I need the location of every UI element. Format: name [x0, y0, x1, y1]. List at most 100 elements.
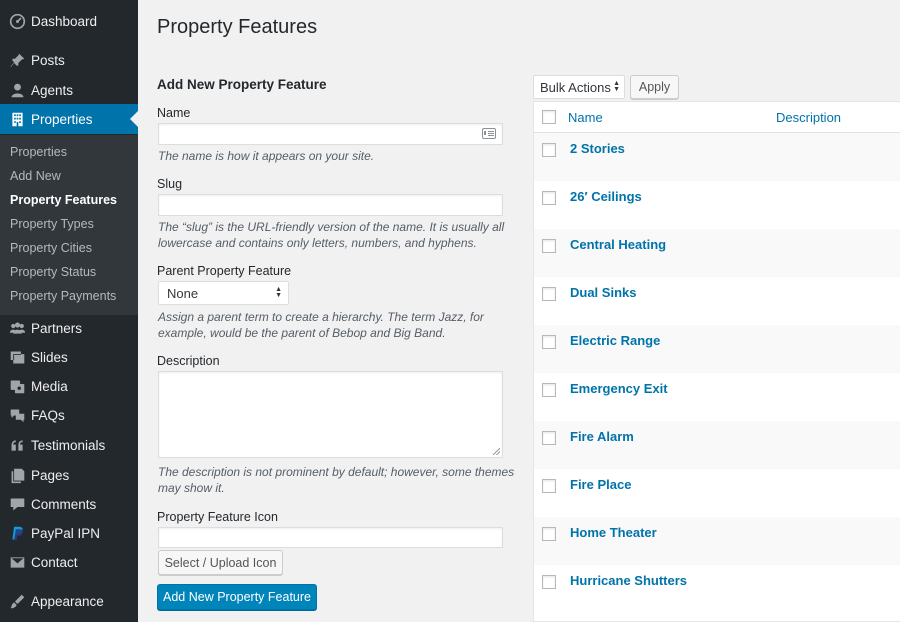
row-checkbox[interactable] [542, 287, 556, 301]
menu-item-testimonials[interactable]: Testimonials [0, 430, 138, 460]
add-new-property-feature-button[interactable]: Add New Property Feature [157, 584, 317, 610]
menu-item-paypal-ipn[interactable]: PayPal IPN [0, 518, 138, 548]
menu-label: Partners [31, 320, 83, 336]
apply-button[interactable]: Apply [630, 75, 679, 99]
media-icon [7, 376, 27, 396]
menu-label: Properties [31, 111, 93, 127]
row-name-link[interactable]: Dual Sinks [570, 285, 636, 300]
menu-item-slides[interactable]: Slides [0, 342, 138, 372]
admin-sidebar: Dashboard Posts Agents Properties Proper… [0, 0, 138, 622]
submenu-item-properties[interactable]: Properties [10, 145, 67, 159]
menu-label: Comments [31, 496, 97, 512]
parent-label: Parent Property Feature [157, 264, 292, 278]
menu-label: Testimonials [31, 437, 106, 453]
row-checkbox[interactable] [542, 479, 556, 493]
menu-item-pages[interactable]: Pages [0, 460, 138, 490]
submenu-item-property-payments[interactable]: Property Payments [10, 289, 116, 303]
bulk-actions-value: Bulk Actions [540, 79, 611, 95]
mail-icon [7, 552, 27, 572]
terms-table: Name Description 2 Stories 26′ Ceilings Ce… [533, 101, 900, 622]
row-checkbox[interactable] [542, 191, 556, 205]
properties-submenu: Properties Add New Property Features Pro… [0, 135, 138, 315]
icon-input[interactable] [158, 527, 503, 548]
menu-item-partners[interactable]: Partners [0, 313, 138, 343]
menu-item-posts[interactable]: Posts [0, 45, 138, 75]
select-arrows-icon: ▲ ▼ [275, 286, 282, 299]
row-name-link[interactable]: Fire Alarm [570, 429, 634, 444]
row-name-link[interactable]: Fire Place [570, 477, 631, 492]
bulk-actions-select[interactable]: Bulk Actions ▲ ▼ [533, 75, 625, 99]
quote-icon [7, 435, 27, 455]
menu-label: Slides [31, 349, 68, 365]
submenu-item-property-status[interactable]: Property Status [10, 265, 96, 279]
menu-item-contact[interactable]: Contact [0, 547, 138, 577]
table-row: Hurricane Shutters [534, 565, 900, 613]
faq-icon [7, 405, 27, 425]
icon-label: Property Feature Icon [157, 510, 278, 524]
table-row: Electric Range [534, 325, 900, 373]
menu-label: Agents [31, 82, 74, 98]
menu-item-appearance[interactable]: Appearance [0, 586, 138, 616]
menu-label: Pages [31, 467, 70, 483]
contact-card-icon[interactable] [482, 128, 496, 139]
slug-input[interactable] [158, 194, 503, 216]
menu-label: Contact [31, 554, 78, 570]
menu-label: Dashboard [31, 13, 98, 29]
row-name-link[interactable]: Electric Range [570, 333, 660, 348]
row-checkbox[interactable] [542, 575, 556, 589]
table-row: Fire Alarm [534, 421, 900, 469]
table-row: 2 Stories [534, 133, 900, 181]
table-row: Emergency Exit [534, 373, 900, 421]
form-heading: Add New Property Feature [157, 77, 327, 92]
table-row: Dual Sinks [534, 277, 900, 325]
description-textarea[interactable] [158, 371, 503, 458]
slug-label: Slug [157, 177, 183, 191]
menu-item-faqs[interactable]: FAQs [0, 400, 138, 430]
page-title: Property Features [157, 16, 318, 38]
table-row: 26′ Ceilings [534, 181, 900, 229]
description-label: Description [157, 354, 220, 368]
select-arrows-icon: ▲ ▼ [613, 80, 620, 93]
name-hint: The name is how it appears on your site. [158, 149, 375, 163]
row-checkbox[interactable] [542, 431, 556, 445]
row-name-link[interactable]: 26′ Ceilings [570, 189, 642, 204]
resize-handle-icon[interactable] [493, 448, 500, 455]
row-name-link[interactable]: Central Heating [570, 237, 666, 252]
submenu-item-add-new[interactable]: Add New [10, 169, 61, 183]
menu-item-agents[interactable]: Agents [0, 75, 138, 105]
submenu-item-property-features[interactable]: Property Features [10, 193, 117, 207]
parent-select[interactable]: None ▲ ▼ [158, 281, 289, 305]
table-row: Fire Place [534, 469, 900, 517]
submenu-item-property-types[interactable]: Property Types [10, 217, 94, 231]
submenu-item-property-cities[interactable]: Property Cities [10, 241, 92, 255]
name-input[interactable] [158, 123, 503, 145]
menu-item-comments[interactable]: Comments [0, 489, 138, 519]
table-row: Home Theater [534, 517, 900, 565]
menu-item-media[interactable]: Media [0, 371, 138, 401]
table-header: Name Description [534, 102, 900, 133]
select-all-checkbox[interactable] [542, 110, 556, 124]
building-icon [7, 109, 27, 129]
row-checkbox[interactable] [542, 383, 556, 397]
column-header-name[interactable]: Name [568, 110, 603, 125]
row-name-link[interactable]: Hurricane Shutters [570, 573, 687, 588]
column-header-description[interactable]: Description [776, 110, 841, 125]
row-checkbox[interactable] [542, 527, 556, 541]
row-name-link[interactable]: Emergency Exit [570, 381, 668, 396]
dashboard-icon [7, 11, 27, 31]
paypal-icon [7, 523, 27, 543]
row-checkbox[interactable] [542, 239, 556, 253]
row-checkbox[interactable] [542, 335, 556, 349]
menu-item-dashboard[interactable]: Dashboard [0, 6, 138, 36]
menu-label: Media [31, 378, 68, 394]
row-name-link[interactable]: Home Theater [570, 525, 657, 540]
user-icon [7, 80, 27, 100]
row-name-link[interactable]: 2 Stories [570, 141, 625, 156]
slides-icon [7, 347, 27, 367]
menu-item-properties[interactable]: Properties [0, 104, 138, 134]
pages-icon [7, 465, 27, 485]
select-upload-icon-button[interactable]: Select / Upload Icon [158, 550, 283, 575]
brush-icon [7, 591, 27, 611]
menu-label: PayPal IPN [31, 525, 101, 541]
row-checkbox[interactable] [542, 143, 556, 157]
